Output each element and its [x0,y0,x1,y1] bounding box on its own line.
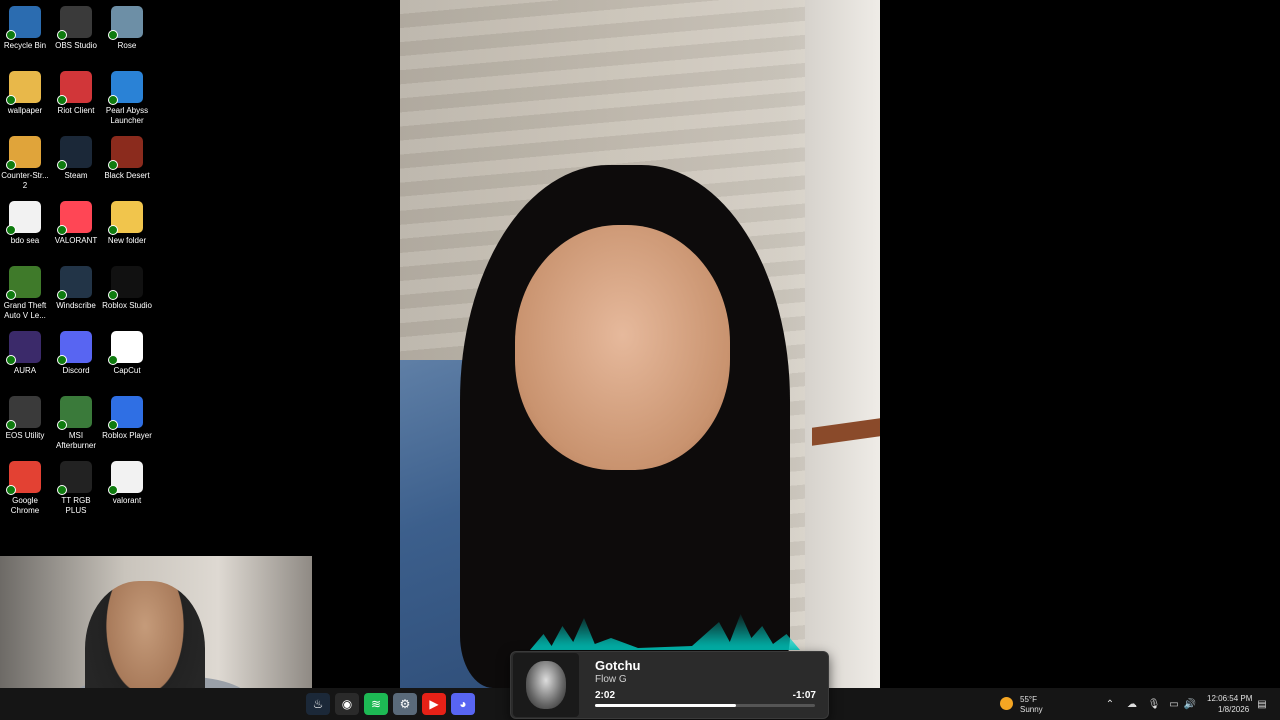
elapsed-time: 2:02 [595,690,616,701]
desktop-icon[interactable]: wallpaper [0,71,50,116]
folder-icon [108,201,143,235]
desktop-icon[interactable]: TT RGB PLUS [51,461,101,516]
desktop-icon[interactable]: Counter-Str... 2 [0,136,50,191]
desktop-icon-label: Recycle Bin [3,41,47,50]
desktop-icon-label: Grand Theft Auto V Le... [3,301,47,320]
capcut-icon [108,331,143,365]
track-title: Gotchu [595,658,641,673]
youtube-icon[interactable]: ▶ [422,693,446,715]
desktop-icon-label: CapCut [113,366,141,375]
desktop-icon-label: Roblox Studio [102,301,152,310]
desktop-icon[interactable]: Recycle Bin [0,6,50,51]
clock-date[interactable]: 1/8/2026 [1218,705,1249,714]
volume-icon[interactable]: 🔊 [1184,698,1196,710]
roblox-icon [108,396,143,430]
eos-icon [6,396,41,430]
notification-icon[interactable]: ▤ [1256,698,1268,710]
network-icon[interactable]: ▭ [1168,698,1180,710]
recycle-bin-icon [6,6,41,40]
desktop-icon[interactable]: Roblox Player [102,396,152,441]
msi-icon [57,396,92,430]
desktop-icon[interactable]: Roblox Studio [102,266,152,311]
folder-icon [6,71,41,105]
black-desert-icon [108,136,143,170]
desktop-icon-label: wallpaper [7,106,43,115]
desktop-icon-label: Windscribe [56,301,96,310]
obs-taskbar-icon[interactable]: ◉ [335,693,359,715]
wallpaper-photo [400,0,880,688]
desktop-icon[interactable]: EOS Utility [0,396,50,441]
microphone-icon[interactable]: 🎙 [1148,698,1161,710]
document-icon [108,461,143,495]
obs-icon [57,6,92,40]
desktop-icon[interactable]: Black Desert [102,136,152,181]
desktop-icon[interactable]: VALORANT [51,201,101,246]
track-artist: Flow G [595,674,627,685]
tt-rgb-icon [57,461,92,495]
remaining-time: -1:07 [792,690,816,701]
desktop-icon[interactable]: Pearl Abyss Launcher [102,71,152,126]
weather-condition: Sunny [1020,705,1043,714]
steam-taskbar-icon[interactable]: ♨ [306,693,330,715]
desktop-icon-label: Rose [117,41,137,50]
album-art [513,653,579,717]
desktop-icon-label: Black Desert [104,171,150,180]
weather-temp: 55°F [1020,695,1037,704]
desktop-icon-label: TT RGB PLUS [61,496,91,515]
desktop-icon-label: Google Chrome [10,496,40,515]
desktop-icon-label: Counter-Str... 2 [1,171,49,190]
spotify-icon[interactable]: ≋ [364,693,388,715]
desktop-icon[interactable]: bdo sea [0,201,50,246]
pearl-abyss-icon [108,71,143,105]
desktop-icon[interactable]: New folder [102,201,152,246]
onedrive-icon[interactable]: ☁ [1126,698,1138,710]
desktop-icon[interactable]: valorant [102,461,152,506]
desktop-icon-label: VALORANT [54,236,98,245]
progress-fill [595,704,736,707]
desktop-icon[interactable]: Grand Theft Auto V Le... [0,266,50,321]
desktop-icon-label: bdo sea [10,236,40,245]
desktop-icon[interactable]: Steam [51,136,101,181]
desktop-icon-label: EOS Utility [5,431,45,440]
desktop-icon-label: New folder [107,236,147,245]
desktop-icon-label: AURA [13,366,37,375]
rose-icon [108,6,143,40]
desktop-icon-label: OBS Studio [55,41,97,50]
media-flyout[interactable]: Gotchu Flow G 2:02 -1:07 [510,651,829,719]
discord-icon [57,331,92,365]
desktop-icon-label: Riot Client [57,106,95,115]
progress-track[interactable] [595,704,815,707]
desktop-icon-label: valorant [112,496,142,505]
document-icon [6,201,41,235]
discord-taskbar-icon[interactable]: ◕ [451,693,475,715]
gta-icon [6,266,41,300]
desktop-icon[interactable]: CapCut [102,331,152,376]
aura-icon [6,331,41,365]
clock-time[interactable]: 12:06:54 PM [1207,694,1252,703]
desktop-icon-label: Pearl Abyss Launcher [105,106,149,125]
desktop-icon[interactable]: Google Chrome [0,461,50,516]
desktop-icon[interactable]: AURA [0,331,50,376]
desktop-icon-label: Steam [64,171,88,180]
roblox-studio-icon [108,266,143,300]
desktop-icon[interactable]: Riot Client [51,71,101,116]
desktop-icon-label: Discord [62,366,90,375]
desktop-icon[interactable]: Windscribe [51,266,101,311]
chrome-icon [6,461,41,495]
cs2-icon [6,136,41,170]
desktop-icon-grid: Recycle Bin OBS Studio Rose wallpaper Riot C… [0,0,152,555]
windscribe-icon [57,266,92,300]
desktop-icon[interactable]: MSI Afterburner [51,396,101,451]
steam-icon [57,136,92,170]
riot-icon [57,71,92,105]
desktop-icon[interactable]: OBS Studio [51,6,101,51]
desktop-icon-label: MSI Afterburner [55,431,97,450]
chevron-up-icon[interactable]: ⌃ [1104,698,1116,710]
settings-icon[interactable]: ⚙ [393,693,417,715]
valorant-icon [57,201,92,235]
desktop-icon[interactable]: Rose [102,6,152,51]
sun-icon [1000,697,1013,710]
desktop-icon[interactable]: Discord [51,331,101,376]
desktop-icon-label: Roblox Player [102,431,152,440]
